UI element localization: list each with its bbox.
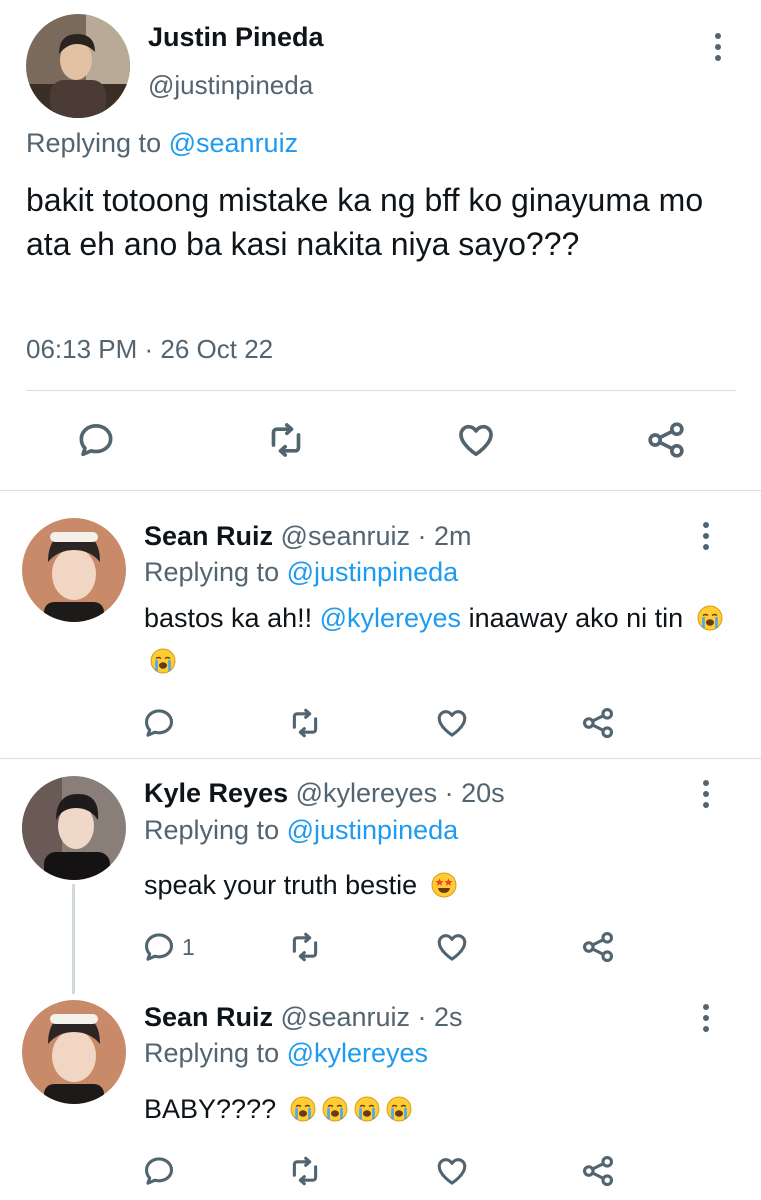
tweet-text: speak your truth bestie [144, 864, 724, 907]
retweet-icon [288, 1154, 322, 1188]
divider [26, 390, 736, 391]
author-name[interactable]: Kyle Reyes [144, 778, 288, 808]
tweet-text: BABY???? [144, 1088, 724, 1131]
retweet-icon [288, 706, 322, 740]
like-button[interactable] [435, 1154, 469, 1188]
replying-to-label: Replying to [144, 815, 280, 845]
divider [0, 758, 761, 759]
author-handle[interactable]: @seanruiz [281, 521, 410, 551]
like-button[interactable] [435, 930, 469, 964]
retweet-button[interactable] [288, 706, 322, 740]
replying-to: Replying to @justinpineda [144, 557, 458, 588]
heart-icon [435, 1154, 469, 1188]
avatar[interactable] [22, 776, 126, 880]
text-body: speak your truth bestie [144, 870, 418, 900]
more-options-icon[interactable] [708, 29, 728, 65]
replying-to-mention[interactable]: @justinpineda [287, 815, 459, 845]
tweet-text: bakit totoong mistake ka ng bff ko ginay… [26, 182, 704, 262]
reply-time[interactable]: · 20s [445, 778, 505, 808]
text-after: inaaway ako ni tin [461, 603, 684, 633]
replying-to-label: Replying to [144, 557, 280, 587]
star-struck-icon [431, 872, 457, 898]
share-icon [581, 706, 615, 740]
author-handle[interactable]: @kylereyes [296, 778, 437, 808]
reply-icon [76, 420, 116, 460]
retweet-button[interactable] [288, 930, 322, 964]
author-name[interactable]: Sean Ruiz [144, 1002, 273, 1032]
retweet-icon [288, 930, 322, 964]
reply-button[interactable] [142, 1154, 176, 1188]
replying-to: Replying to @kylereyes [144, 1038, 428, 1069]
avatar[interactable] [22, 518, 126, 622]
loudly-crying-face-icon [150, 648, 176, 674]
text-body: BABY???? [144, 1094, 277, 1124]
replying-to-label: Replying to [26, 128, 162, 158]
replying-to-mention[interactable]: @justinpineda [287, 557, 459, 587]
author-name[interactable]: Sean Ruiz [144, 521, 273, 551]
divider [0, 490, 761, 491]
loudly-crying-face-icon [354, 1096, 380, 1122]
more-options-icon[interactable] [696, 776, 716, 812]
reply-time[interactable]: · 2s [418, 1002, 463, 1032]
more-options-icon[interactable] [696, 1000, 716, 1036]
loudly-crying-face-icon [322, 1096, 348, 1122]
share-icon [581, 930, 615, 964]
heart-icon [435, 930, 469, 964]
share-icon [581, 1154, 615, 1188]
retweet-button[interactable] [266, 420, 306, 460]
reply-button[interactable]: 1 [142, 930, 195, 964]
avatar[interactable] [22, 1000, 126, 1104]
share-icon [646, 420, 686, 460]
replying-to-label: Replying to [144, 1038, 280, 1068]
reply-header: Sean Ruiz @seanruiz · 2s [144, 1002, 463, 1033]
share-button[interactable] [581, 930, 615, 964]
author-name[interactable]: Justin Pineda [148, 22, 324, 53]
avatar[interactable] [26, 14, 130, 118]
tweet-text: bastos ka ah!! @kylereyes inaaway ako ni… [144, 597, 724, 683]
tweet-timestamp[interactable]: 06:13 PM · 26 Oct 22 [26, 334, 273, 365]
replying-to: Replying to @justinpineda [144, 815, 458, 846]
thread-line [72, 884, 75, 994]
retweet-icon [266, 420, 306, 460]
reply-count: 1 [182, 933, 195, 960]
share-button[interactable] [646, 420, 686, 460]
loudly-crying-face-icon [386, 1096, 412, 1122]
more-options-icon[interactable] [696, 518, 716, 554]
like-button[interactable] [435, 706, 469, 740]
author-handle[interactable]: @justinpineda [148, 70, 313, 101]
reply-header: Sean Ruiz @seanruiz · 2m [144, 521, 472, 552]
reply-icon [142, 1154, 176, 1188]
like-button[interactable] [456, 420, 496, 460]
heart-icon [456, 420, 496, 460]
reply-icon [142, 706, 176, 740]
avatar-photo-icon [22, 1000, 126, 1104]
replying-to: Replying to @seanruiz [26, 128, 298, 159]
avatar-photo-icon [22, 776, 126, 880]
avatar-photo-icon [26, 14, 130, 118]
reply-header: Kyle Reyes @kylereyes · 20s [144, 778, 505, 809]
replying-to-mention[interactable]: @kylereyes [287, 1038, 428, 1068]
avatar-photo-icon [22, 518, 126, 622]
share-button[interactable] [581, 1154, 615, 1188]
reply-button[interactable] [76, 420, 116, 460]
loudly-crying-face-icon [697, 605, 723, 631]
reply-time[interactable]: · 2m [418, 521, 472, 551]
text-before: bastos ka ah!! [144, 603, 320, 633]
mention-link[interactable]: @kylereyes [320, 603, 461, 633]
heart-icon [435, 706, 469, 740]
author-handle[interactable]: @seanruiz [281, 1002, 410, 1032]
reply-icon [142, 930, 176, 964]
replying-to-mention[interactable]: @seanruiz [169, 128, 298, 158]
share-button[interactable] [581, 706, 615, 740]
retweet-button[interactable] [288, 1154, 322, 1188]
loudly-crying-face-icon [290, 1096, 316, 1122]
reply-button[interactable] [142, 706, 176, 740]
